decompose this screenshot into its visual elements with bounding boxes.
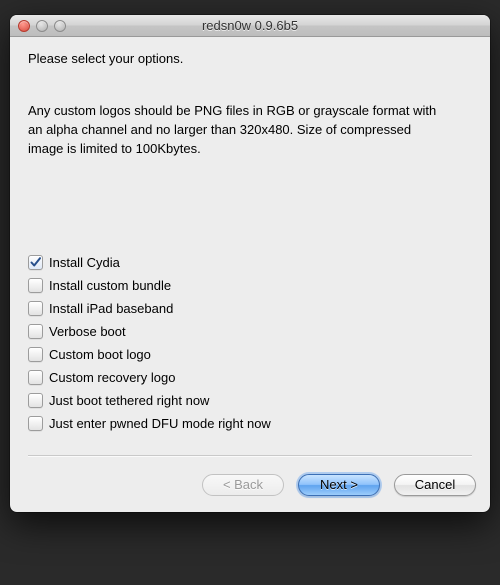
zoom-icon[interactable] [54,20,66,32]
page-heading: Please select your options. [28,51,472,66]
option-verbose-boot[interactable]: Verbose boot [28,324,472,339]
option-just-boot-tethered[interactable]: Just boot tethered right now [28,393,472,408]
checkbox[interactable] [28,370,43,385]
cancel-button[interactable]: Cancel [394,474,476,496]
separator [28,455,472,456]
checkbox[interactable] [28,347,43,362]
checkbox[interactable] [28,255,43,270]
traffic-lights [18,20,66,32]
app-window: redsn0w 0.9.6b5 Please select your optio… [10,15,490,512]
option-label: Install iPad baseband [49,301,173,316]
option-label: Install Cydia [49,255,120,270]
checkbox[interactable] [28,393,43,408]
option-install-ipad-baseband[interactable]: Install iPad baseband [28,301,472,316]
window-title: redsn0w 0.9.6b5 [10,18,490,33]
option-label: Install custom bundle [49,278,171,293]
checkbox[interactable] [28,416,43,431]
option-label: Custom boot logo [49,347,151,362]
options-list: Install Cydia Install custom bundle Inst… [28,255,472,431]
info-note: Any custom logos should be PNG files in … [28,102,448,159]
option-install-custom-bundle[interactable]: Install custom bundle [28,278,472,293]
button-row: < Back Next > Cancel [10,470,490,512]
titlebar[interactable]: redsn0w 0.9.6b5 [10,15,490,37]
next-button[interactable]: Next > [298,474,380,496]
back-button: < Back [202,474,284,496]
option-label: Custom recovery logo [49,370,175,385]
content-area: Please select your options. Any custom l… [10,37,490,470]
checkbox[interactable] [28,278,43,293]
checkbox[interactable] [28,324,43,339]
option-label: Just enter pwned DFU mode right now [49,416,271,431]
option-custom-recovery-logo[interactable]: Custom recovery logo [28,370,472,385]
option-custom-boot-logo[interactable]: Custom boot logo [28,347,472,362]
checkbox[interactable] [28,301,43,316]
option-just-enter-pwned-dfu[interactable]: Just enter pwned DFU mode right now [28,416,472,431]
option-label: Verbose boot [49,324,126,339]
option-install-cydia[interactable]: Install Cydia [28,255,472,270]
minimize-icon[interactable] [36,20,48,32]
close-icon[interactable] [18,20,30,32]
option-label: Just boot tethered right now [49,393,209,408]
